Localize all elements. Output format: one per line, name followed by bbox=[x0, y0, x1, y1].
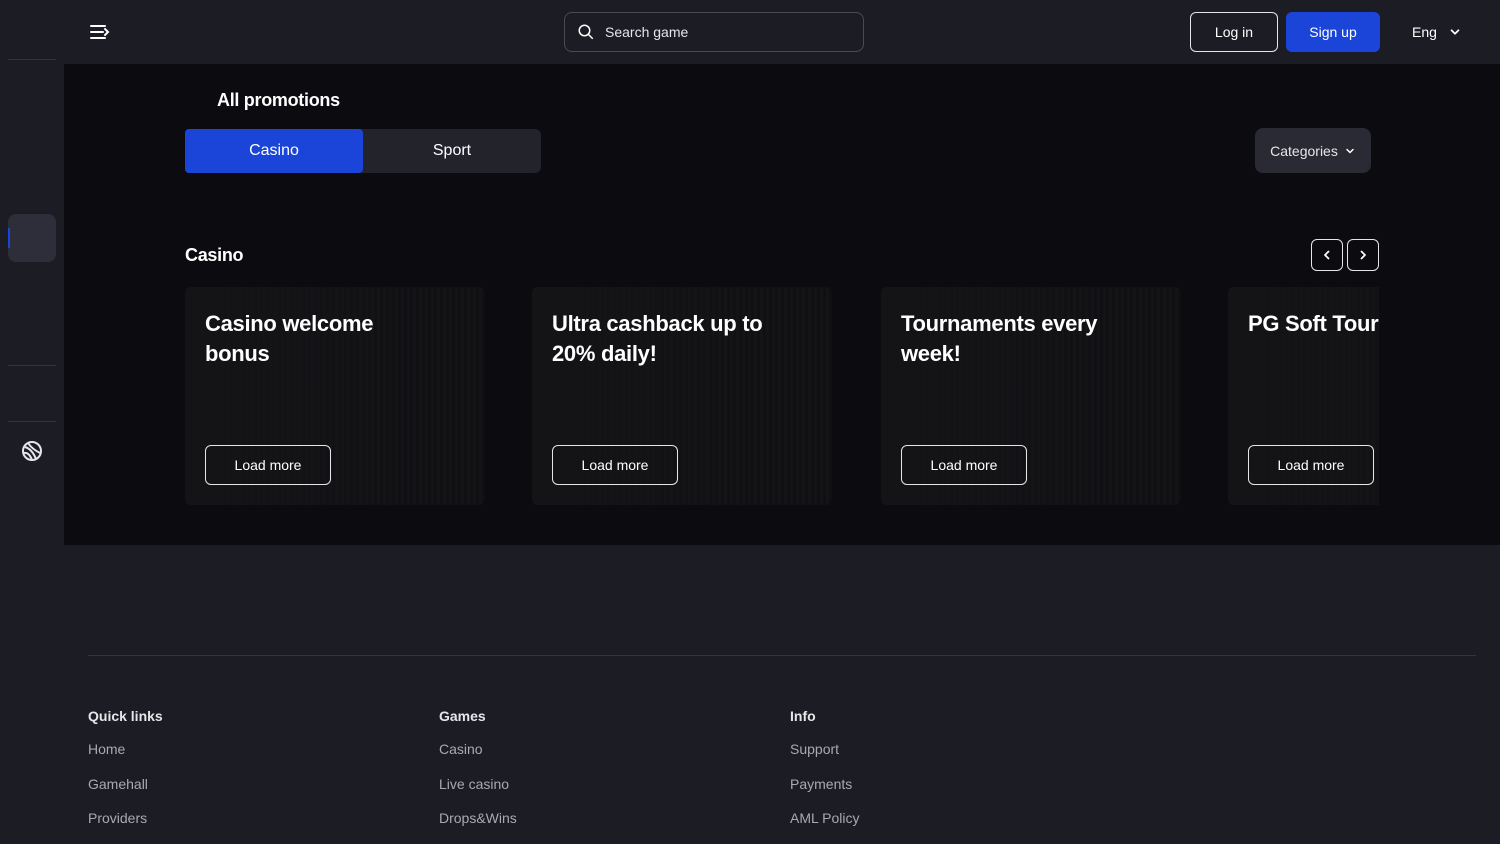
search-icon bbox=[578, 24, 594, 40]
promo-carousel: Casino welcome bonus Load more Ultra cas… bbox=[185, 287, 1379, 505]
sidebar-divider bbox=[8, 365, 56, 366]
load-more-button[interactable]: Load more bbox=[205, 445, 331, 485]
promo-card-title: Tournaments every week! bbox=[901, 311, 1098, 366]
load-more-button[interactable]: Load more bbox=[552, 445, 678, 485]
search-input[interactable] bbox=[605, 24, 845, 40]
carousel-next-button[interactable] bbox=[1347, 239, 1379, 271]
signup-button[interactable]: Sign up bbox=[1286, 12, 1380, 52]
footer-link-support[interactable]: Support bbox=[790, 741, 860, 776]
footer-link-drops-wins[interactable]: Drops&Wins bbox=[439, 810, 517, 844]
promo-card[interactable]: Casino welcome bonus Load more bbox=[185, 287, 485, 505]
page-title: All promotions bbox=[217, 90, 340, 110]
tab-sport[interactable]: Sport bbox=[363, 129, 541, 173]
footer-divider bbox=[88, 655, 1476, 656]
promo-card-title: PG Soft Tourı bbox=[1248, 311, 1379, 336]
footer-link-payments[interactable]: Payments bbox=[790, 776, 860, 811]
promo-card-title: Ultra cashback up to 20% daily! bbox=[552, 311, 763, 366]
sidebar-divider bbox=[8, 59, 56, 60]
sidebar-item-promotions[interactable] bbox=[8, 214, 56, 262]
login-button[interactable]: Log in bbox=[1190, 12, 1278, 52]
footer-heading: Games bbox=[439, 708, 486, 724]
promo-card[interactable]: PG Soft Tourı Load more bbox=[1228, 287, 1379, 505]
footer-link-providers[interactable]: Providers bbox=[88, 810, 163, 844]
footer-heading: Quick links bbox=[88, 708, 163, 724]
footer-column-games: Games Casino Live casino Drops&Wins bbox=[439, 708, 517, 844]
footer-link-aml-policy[interactable]: AML Policy bbox=[790, 810, 860, 844]
sidebar bbox=[0, 59, 64, 844]
footer-column-info: Info Support Payments AML Policy bbox=[790, 708, 860, 844]
language-selector[interactable]: Eng bbox=[1402, 12, 1472, 52]
promotions-main: All promotions Casino Sport Categories C… bbox=[64, 64, 1500, 545]
footer-link-casino[interactable]: Casino bbox=[439, 741, 517, 776]
tab-casino[interactable]: Casino bbox=[185, 129, 363, 173]
chevron-right-icon bbox=[1360, 250, 1366, 260]
categories-dropdown[interactable]: Categories bbox=[1255, 128, 1371, 173]
load-more-button[interactable]: Load more bbox=[1248, 445, 1374, 485]
sidebar-divider bbox=[8, 421, 56, 422]
carousel-prev-button[interactable] bbox=[1311, 239, 1343, 271]
menu-icon[interactable] bbox=[88, 20, 112, 44]
footer-column-quick-links: Quick links Home Gamehall Providers bbox=[88, 708, 163, 844]
footer-link-gamehall[interactable]: Gamehall bbox=[88, 776, 163, 811]
section-title: Casino bbox=[185, 245, 244, 265]
promo-card-title: Casino welcome bonus bbox=[205, 311, 374, 366]
load-more-button[interactable]: Load more bbox=[901, 445, 1027, 485]
search-box[interactable] bbox=[564, 12, 864, 52]
chevron-left-icon bbox=[1324, 250, 1330, 260]
language-label: Eng bbox=[1412, 24, 1437, 40]
footer-heading: Info bbox=[790, 708, 816, 724]
chevron-down-icon bbox=[1346, 148, 1354, 153]
categories-label: Categories bbox=[1270, 142, 1338, 159]
promo-tabs: Casino Sport bbox=[185, 129, 541, 173]
top-header: Log in Sign up Eng bbox=[0, 0, 1500, 64]
promo-card[interactable]: Ultra cashback up to 20% daily! Load mor… bbox=[532, 287, 832, 505]
footer-link-live-casino[interactable]: Live casino bbox=[439, 776, 517, 811]
promo-card[interactable]: Tournaments every week! Load more bbox=[881, 287, 1181, 505]
chevron-down-icon bbox=[1450, 29, 1460, 35]
globe-icon[interactable] bbox=[20, 439, 44, 463]
footer-link-home[interactable]: Home bbox=[88, 741, 163, 776]
